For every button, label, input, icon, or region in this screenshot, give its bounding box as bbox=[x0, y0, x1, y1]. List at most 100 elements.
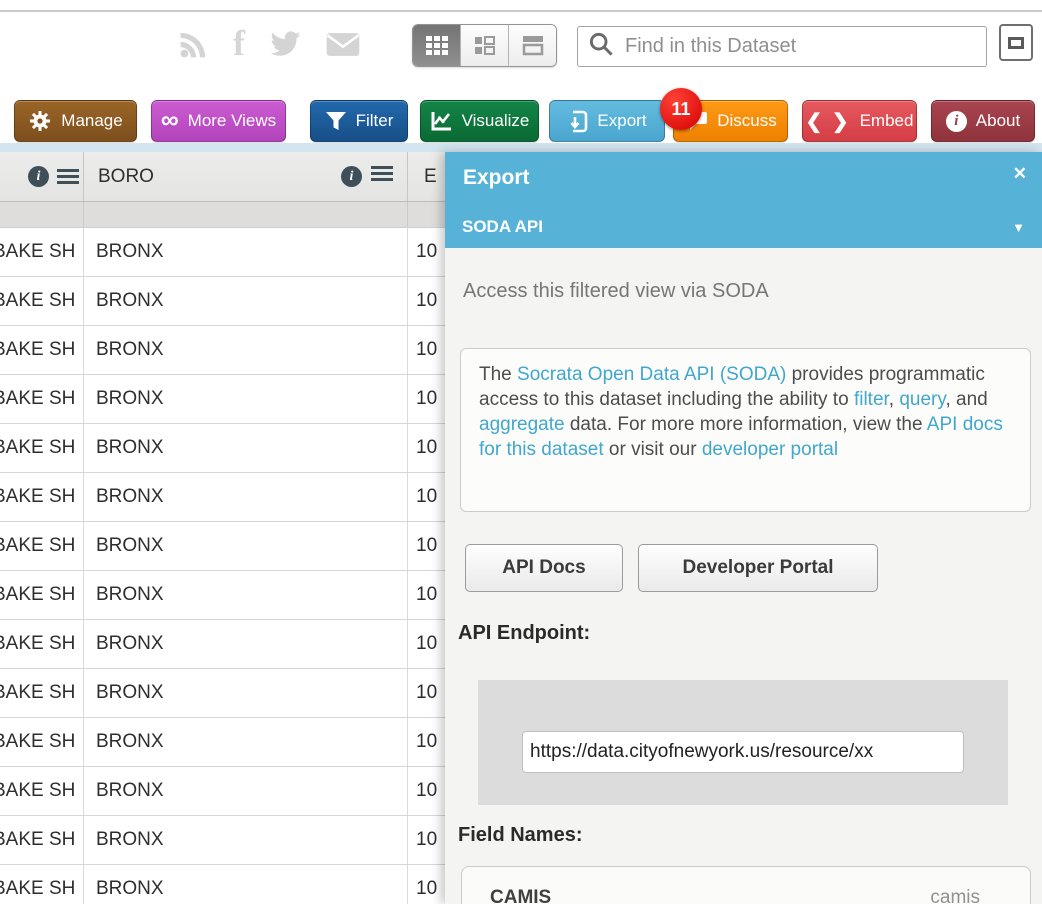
soda-text: or visit our bbox=[604, 439, 702, 460]
search-icon bbox=[588, 31, 615, 63]
email-icon[interactable] bbox=[326, 32, 360, 57]
about-button[interactable]: i About bbox=[931, 100, 1035, 142]
chevron-down-icon: ▼ bbox=[1012, 220, 1025, 235]
table-cell-dba: BAKE SH bbox=[0, 718, 84, 766]
filter-button[interactable]: Filter bbox=[310, 100, 408, 142]
table-cell-boro: BRONX bbox=[84, 522, 408, 570]
table-cell-dba: BAKE SH bbox=[0, 277, 84, 325]
column-menu-icon[interactable] bbox=[371, 166, 393, 181]
fullscreen-icon bbox=[1008, 37, 1024, 49]
soda-api-label: SODA API bbox=[462, 217, 543, 237]
soda-text: data. For more more information, view th… bbox=[565, 414, 927, 435]
soda-intro-text: Access this filtered view via SODA bbox=[463, 280, 769, 303]
embed-label: Embed bbox=[860, 111, 914, 131]
share-toolbar: f bbox=[178, 26, 360, 60]
more-views-label: More Views bbox=[188, 111, 277, 131]
grid-view-button[interactable] bbox=[413, 25, 461, 66]
export-panel: Export ✕ SODA API ▼ Access this filtered… bbox=[445, 152, 1042, 904]
table-cell-dba: BAKE SH bbox=[0, 571, 84, 619]
soda-text: The bbox=[479, 364, 517, 385]
visualize-button[interactable]: Visualize bbox=[420, 100, 539, 142]
facebook-icon[interactable]: f bbox=[233, 26, 245, 60]
chart-icon bbox=[430, 110, 453, 132]
table-cell-boro: BRONX bbox=[84, 277, 408, 325]
export-label: Export bbox=[597, 111, 646, 131]
table-cell-boro: BRONX bbox=[84, 620, 408, 668]
soda-link[interactable]: filter bbox=[854, 389, 889, 410]
table-cell-dba: BAKE SH bbox=[0, 865, 84, 904]
api-endpoint-input[interactable] bbox=[522, 731, 964, 773]
page-view-button[interactable] bbox=[509, 25, 556, 66]
table-cell-dba: BAKE SH bbox=[0, 620, 84, 668]
info-icon[interactable]: i bbox=[28, 166, 49, 187]
field-names-heading: Field Names: bbox=[458, 824, 582, 847]
api-endpoint-box bbox=[478, 680, 1008, 805]
table-cell-boro: BRONX bbox=[84, 669, 408, 717]
panel-title: Export bbox=[463, 166, 530, 190]
field-display-name: CAMIS bbox=[490, 887, 551, 904]
field-row: CAMIS camis bbox=[490, 887, 1002, 904]
table-cell-dba: BAKE SH bbox=[0, 816, 84, 864]
code-brackets-icon: ❮ ❯ bbox=[806, 109, 851, 134]
top-divider bbox=[0, 10, 1042, 12]
rss-icon[interactable] bbox=[178, 29, 209, 60]
table-cell-boro: BRONX bbox=[84, 865, 408, 904]
table-cell-boro: BRONX bbox=[84, 473, 408, 521]
toolbar-bottom-strip bbox=[0, 143, 1042, 152]
gear-icon bbox=[28, 109, 52, 133]
api-endpoint-heading: API Endpoint: bbox=[458, 622, 590, 645]
visualize-label: Visualize bbox=[462, 111, 530, 131]
soda-link[interactable]: Socrata Open Data API (SODA) bbox=[517, 364, 786, 385]
binoculars-icon: ∞ bbox=[161, 110, 179, 130]
table-cell-boro: BRONX bbox=[84, 228, 408, 276]
about-label: About bbox=[976, 111, 1020, 131]
export-button[interactable]: Export bbox=[549, 100, 665, 142]
find-in-dataset-search bbox=[577, 26, 987, 67]
twitter-icon[interactable] bbox=[269, 31, 302, 58]
soda-link[interactable]: query bbox=[899, 389, 945, 410]
table-cell-boro: BRONX bbox=[84, 424, 408, 472]
table-cell-dba: BAKE SH bbox=[0, 424, 84, 472]
table-cell-dba: BAKE SH bbox=[0, 326, 84, 374]
soda-link[interactable]: developer portal bbox=[702, 439, 838, 460]
more-views-button[interactable]: ∞ More Views bbox=[151, 100, 286, 142]
discuss-label: Discuss bbox=[717, 111, 777, 131]
column-label: E bbox=[424, 166, 437, 188]
manage-label: Manage bbox=[61, 111, 122, 131]
socrata-dataset-page: f Manage ∞ More Views bbox=[0, 0, 1042, 904]
filter-label: Filter bbox=[356, 111, 394, 131]
table-cell-dba: BAKE SH bbox=[0, 228, 84, 276]
table-cell-dba: BAKE SH bbox=[0, 375, 84, 423]
table-cell-dba: BAKE SH bbox=[0, 669, 84, 717]
embed-button[interactable]: ❮ ❯ Embed bbox=[802, 100, 917, 142]
fullscreen-button[interactable] bbox=[999, 24, 1033, 61]
manage-button[interactable]: Manage bbox=[14, 100, 137, 142]
column-menu-icon[interactable] bbox=[57, 169, 79, 184]
soda-link[interactable]: aggregate bbox=[479, 414, 565, 435]
soda-description-box: The Socrata Open Data API (SODA) provide… bbox=[460, 348, 1031, 512]
column-header-boro[interactable]: BORO i bbox=[84, 152, 408, 201]
api-docs-button[interactable]: API Docs bbox=[465, 544, 623, 592]
table-cell-boro: BRONX bbox=[84, 767, 408, 815]
search-input[interactable] bbox=[625, 35, 976, 58]
info-icon: i bbox=[946, 111, 967, 132]
column-label: BORO bbox=[98, 166, 154, 188]
rich-list-view-button[interactable] bbox=[461, 25, 509, 66]
soda-text: , and bbox=[945, 389, 987, 410]
table-cell-dba: BAKE SH bbox=[0, 767, 84, 815]
close-icon[interactable]: ✕ bbox=[1013, 164, 1027, 184]
column-header-dba[interactable]: i bbox=[0, 152, 84, 201]
table-cell-boro: BRONX bbox=[84, 718, 408, 766]
field-names-box: CAMIS camis bbox=[461, 866, 1031, 904]
table-cell-boro: BRONX bbox=[84, 571, 408, 619]
soda-api-section-toggle[interactable]: SODA API ▼ bbox=[445, 206, 1042, 248]
export-icon bbox=[567, 110, 588, 133]
developer-portal-button[interactable]: Developer Portal bbox=[638, 544, 878, 592]
table-cell-boro: BRONX bbox=[84, 326, 408, 374]
info-icon[interactable]: i bbox=[341, 166, 362, 187]
table-cell-boro: BRONX bbox=[84, 816, 408, 864]
field-api-name: camis bbox=[930, 887, 980, 904]
soda-text: , bbox=[889, 389, 900, 410]
table-cell-dba: BAKE SH bbox=[0, 473, 84, 521]
subheader-cell bbox=[0, 202, 84, 227]
